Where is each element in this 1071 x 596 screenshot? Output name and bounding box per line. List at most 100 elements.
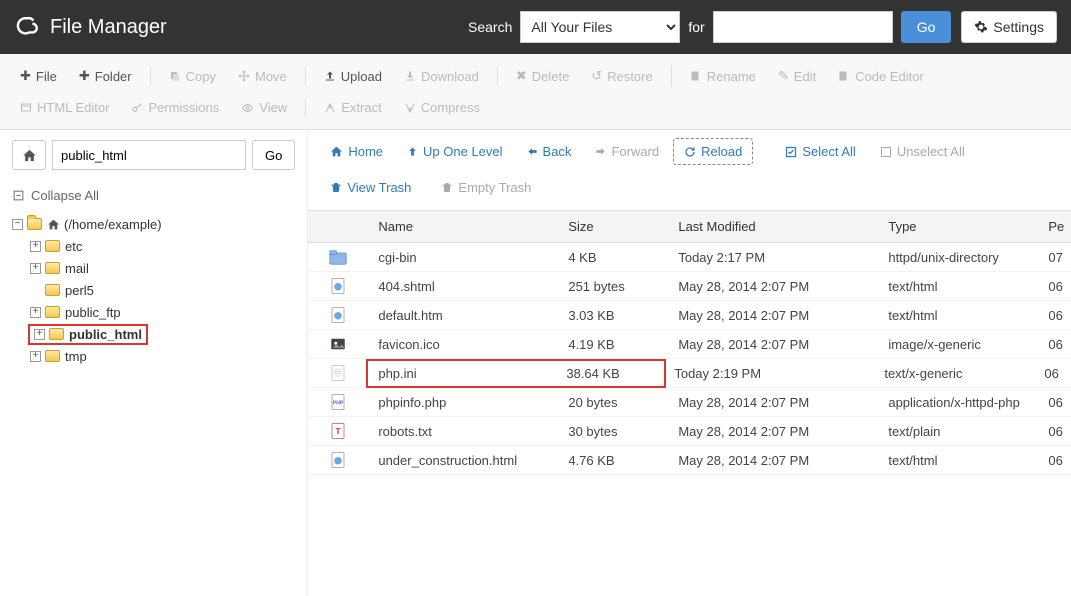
search-scope-select[interactable]: All Your Files <box>520 11 680 43</box>
tree-toggle-icon[interactable]: + <box>30 307 41 318</box>
compress-button[interactable]: Compress <box>394 94 490 121</box>
search-go-button[interactable]: Go <box>901 11 952 43</box>
path-go-button[interactable]: Go <box>252 140 295 170</box>
table-row[interactable]: under_construction.html 4.76 KB May 28, … <box>308 446 1071 475</box>
rename-button[interactable]: Rename <box>680 62 766 90</box>
file-size: 251 bytes <box>558 279 668 294</box>
collapse-all-label: Collapse All <box>31 188 99 203</box>
file-type: text/plain <box>878 424 1038 439</box>
file-modified: May 28, 2014 2:07 PM <box>668 395 878 410</box>
col-perm[interactable]: Pe <box>1038 211 1071 242</box>
search-label: Search <box>468 19 512 35</box>
html-editor-button[interactable]: HTML Editor <box>10 94 119 121</box>
file-type: image/x-generic <box>878 337 1038 352</box>
for-label: for <box>688 19 704 35</box>
edit-button[interactable]: ✎Edit <box>768 62 826 90</box>
gear-icon <box>974 20 988 34</box>
eye-icon <box>241 102 254 114</box>
new-folder-button[interactable]: ✚Folder <box>69 62 142 90</box>
back-icon <box>527 146 538 157</box>
nav-up-button[interactable]: Up One Level <box>397 139 513 164</box>
file-perm: 07 <box>1038 250 1071 265</box>
table-row[interactable]: 404.shtml 251 bytes May 28, 2014 2:07 PM… <box>308 272 1071 301</box>
tree-root[interactable]: − (/home/example) <box>12 213 295 235</box>
tree-toggle-icon[interactable]: + <box>34 329 45 340</box>
tree-toggle-icon[interactable]: + <box>30 351 41 362</box>
svg-text:T: T <box>336 427 341 436</box>
empty-trash-button[interactable]: Empty Trash <box>431 175 541 200</box>
unselect-all-button[interactable]: Unselect All <box>870 139 975 164</box>
svg-text:PHP: PHP <box>333 400 344 406</box>
tree-root-label: (/home/example) <box>64 217 162 232</box>
tree-item[interactable]: + mail <box>30 257 295 279</box>
restore-button[interactable]: ↺Restore <box>581 62 662 90</box>
col-type[interactable]: Type <box>878 211 1038 242</box>
file-name: under_construction.html <box>368 453 558 468</box>
view-trash-button[interactable]: View Trash <box>320 175 421 200</box>
tree-toggle-icon[interactable]: − <box>12 219 23 230</box>
upload-button[interactable]: Upload <box>314 62 392 90</box>
tree-item[interactable]: + public_ftp <box>30 301 295 323</box>
file-type: application/x-httpd-php <box>878 395 1038 410</box>
select-all-button[interactable]: Select All <box>775 139 865 164</box>
nav-home-button[interactable]: Home <box>320 139 393 164</box>
file-modified: May 28, 2014 2:07 PM <box>668 453 878 468</box>
col-modified[interactable]: Last Modified <box>668 211 878 242</box>
toolbar: ✚File ✚Folder Copy Move Upload Download … <box>0 54 1071 130</box>
delete-button[interactable]: ✖Delete <box>506 62 579 90</box>
table-row[interactable]: favicon.ico 4.19 KB May 28, 2014 2:07 PM… <box>308 330 1071 359</box>
file-perm: 06 <box>1038 279 1071 294</box>
trash-icon <box>441 181 453 194</box>
nav-reload-button[interactable]: Reload <box>673 138 753 165</box>
plus-icon: ✚ <box>20 68 31 84</box>
table-row[interactable]: T robots.txt 30 bytes May 28, 2014 2:07 … <box>308 417 1071 446</box>
file-icon <box>308 335 368 353</box>
tree-toggle-icon[interactable]: + <box>30 241 41 252</box>
download-button[interactable]: Download <box>394 62 489 90</box>
home-button[interactable] <box>12 140 46 170</box>
search-input[interactable] <box>713 11 893 43</box>
move-button[interactable]: Move <box>228 62 297 90</box>
cpanel-logo-icon <box>14 14 40 40</box>
nav-back-button[interactable]: Back <box>517 139 582 164</box>
tree-toggle-icon[interactable]: + <box>30 263 41 274</box>
rename-icon <box>690 70 702 82</box>
table-row[interactable]: cgi-bin 4 KB Today 2:17 PM httpd/unix-di… <box>308 243 1071 272</box>
col-name[interactable]: Name <box>368 211 558 242</box>
nav-forward-button[interactable]: Forward <box>585 139 669 164</box>
file-type: text/html <box>878 453 1038 468</box>
view-button[interactable]: View <box>231 94 297 121</box>
extract-button[interactable]: Extract <box>314 94 391 121</box>
settings-button[interactable]: Settings <box>961 11 1057 43</box>
col-icon[interactable] <box>308 211 368 242</box>
tree-item[interactable]: + public_html <box>30 323 295 345</box>
file-perm: 06 <box>1038 453 1071 468</box>
col-size[interactable]: Size <box>558 211 668 242</box>
tree-item[interactable]: perl5 <box>30 279 295 301</box>
nav-row-2: View Trash Empty Trash <box>308 173 1071 210</box>
html-editor-icon <box>20 102 32 114</box>
tree-item[interactable]: + etc <box>30 235 295 257</box>
tree-item[interactable]: + tmp <box>30 345 295 367</box>
new-file-button[interactable]: ✚File <box>10 62 67 90</box>
file-size: 20 bytes <box>558 395 668 410</box>
copy-button[interactable]: Copy <box>159 62 226 90</box>
path-input[interactable] <box>52 140 246 170</box>
file-modified: May 28, 2014 2:07 PM <box>668 279 878 294</box>
checkbox-empty-icon <box>880 146 892 158</box>
file-icon <box>308 250 368 265</box>
file-perm: 06 <box>1038 424 1071 439</box>
grid-body: cgi-bin 4 KB Today 2:17 PM httpd/unix-di… <box>308 243 1071 475</box>
file-size: 4 KB <box>558 250 668 265</box>
copy-icon <box>169 70 181 82</box>
table-row[interactable]: php.ini 38.64 KB Today 2:19 PM text/x-ge… <box>308 359 1071 388</box>
extract-icon <box>324 102 336 114</box>
table-row[interactable]: default.htm 3.03 KB May 28, 2014 2:07 PM… <box>308 301 1071 330</box>
permissions-button[interactable]: Permissions <box>121 94 229 121</box>
collapse-all-button[interactable]: Collapse All <box>12 188 295 203</box>
table-row[interactable]: PHP phpinfo.php 20 bytes May 28, 2014 2:… <box>308 388 1071 417</box>
settings-label: Settings <box>993 19 1044 35</box>
file-icon <box>308 451 368 469</box>
code-editor-button[interactable]: Code Editor <box>828 62 934 90</box>
file-icon: T <box>308 422 368 440</box>
